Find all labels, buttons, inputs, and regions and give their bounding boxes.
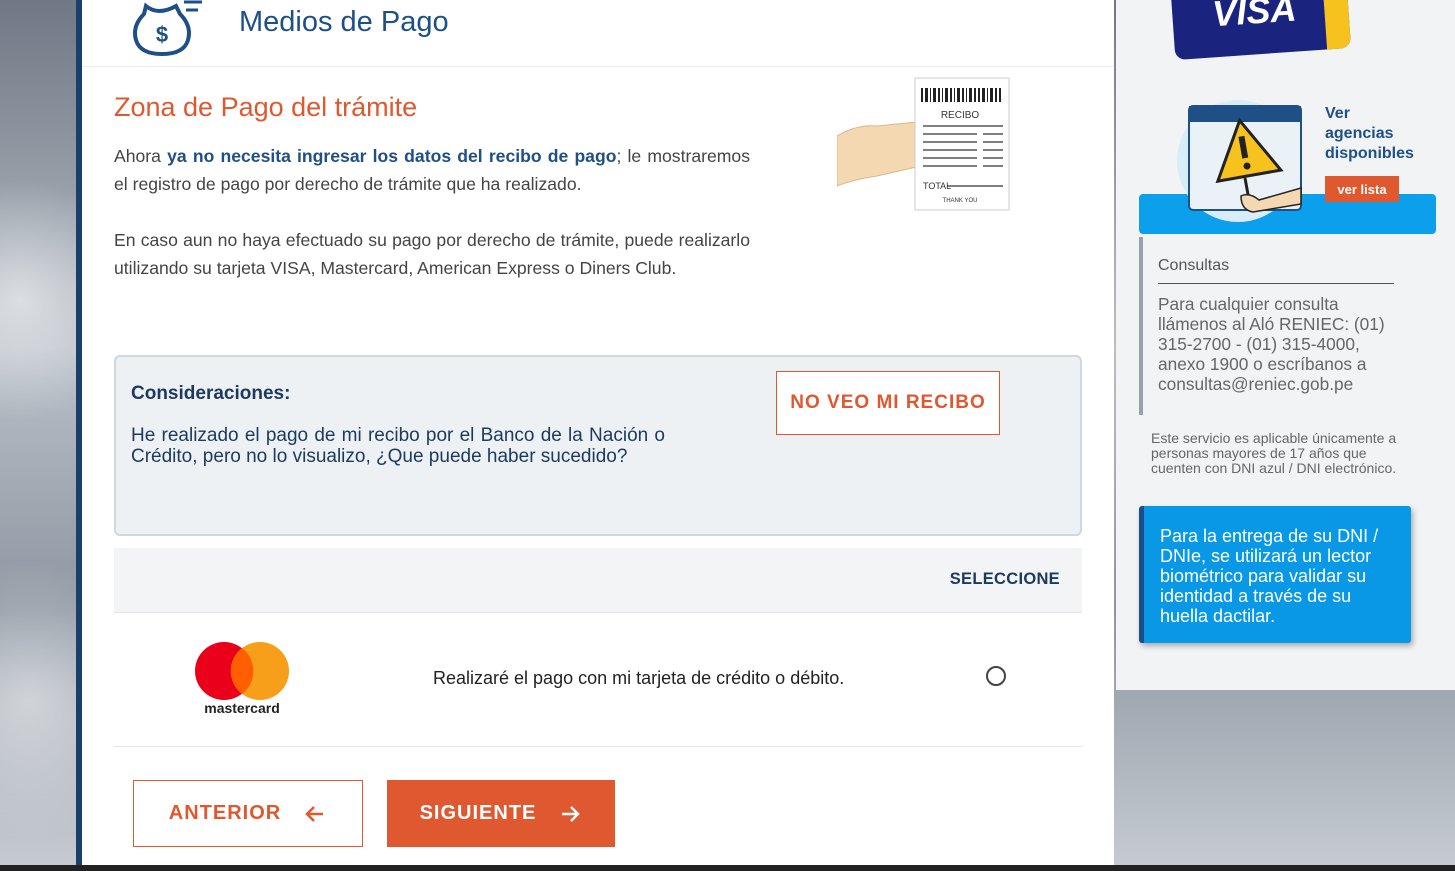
agencias-line-3: disponibles [1325, 145, 1414, 162]
mastercard-logo: mastercard [195, 642, 289, 716]
consultas-text: Para cualquier consulta llámenos al Aló … [1158, 294, 1385, 394]
agencias-line-1: Ver [1325, 105, 1350, 122]
main-panel: $ Medios de Pago Zona de Pago del trámit… [82, 0, 1114, 866]
agencias-line-2: agencias [1325, 125, 1394, 142]
consultas-divider [1158, 283, 1394, 284]
service-note: Este servicio es aplicable únicamente a … [1151, 430, 1397, 476]
siguiente-label: SIGUIENTE [419, 802, 537, 824]
considerations-text: He realizado el pago de mi recibo por el… [131, 425, 665, 467]
anterior-label: ANTERIOR [168, 802, 282, 824]
siguiente-button[interactable]: SIGUIENTE [387, 780, 615, 847]
payment-option-radio[interactable] [986, 666, 1006, 686]
warning-sign-icon [1188, 105, 1302, 213]
ver-lista-button[interactable]: ver lista [1325, 176, 1399, 202]
selection-table-header: SELECCIONE [114, 548, 1082, 613]
consultas-box: Consultas Para cualquier consulta llámen… [1139, 237, 1403, 415]
section-title: Zona de Pago del trámite [114, 92, 418, 122]
considerations-heading: Consideraciones: [131, 383, 291, 404]
dni-info-text: Para la entrega de su DNI / DNIe, se uti… [1160, 526, 1379, 626]
intro-paragraph: Ahora ya no necesita ingresar los datos … [114, 142, 750, 198]
payment-info-paragraph: En caso aun no haya efectuado su pago po… [114, 230, 750, 278]
no-veo-recibo-button[interactable]: NO VEO MI RECIBO [776, 371, 1000, 435]
money-bag-icon: $ [133, 0, 202, 56]
visa-card-text: VISA [1210, 0, 1298, 35]
mastercard-logo-text: mastercard [204, 700, 280, 716]
dni-info-box: Para la entrega de su DNI / DNIe, se uti… [1139, 506, 1411, 643]
agencias-banner[interactable]: Ver agencias disponibles ver lista [1139, 72, 1436, 234]
page-header: $ Medios de Pago [82, 0, 1114, 67]
arrow-right-icon [562, 805, 581, 822]
seleccione-label: SELECCIONE [949, 570, 1060, 588]
anterior-button[interactable]: ANTERIOR [133, 780, 363, 847]
payment-option-label: Realizaré el pago con mi tarjeta de créd… [433, 668, 845, 688]
intro-prefix: Ahora [114, 146, 168, 166]
payment-option-row[interactable]: mastercard Realizaré el pago con mi tarj… [114, 613, 1082, 747]
consultas-heading: Consultas [1158, 257, 1230, 274]
receipt-label: RECIBO [941, 110, 980, 121]
agencias-text: Ver agencias disponibles [1325, 104, 1414, 164]
page-title: Medios de Pago [239, 6, 449, 38]
considerations-box: Consideraciones: He realizado el pago de… [114, 355, 1082, 536]
bottom-bar [0, 865, 1455, 871]
receipt-total: TOTAL [923, 181, 951, 191]
svg-text:$: $ [156, 22, 168, 47]
receipt-illustration: RECIBO TOTAL THANK YOU [837, 77, 1010, 211]
receipt-thanks: THANK YOU [943, 198, 978, 204]
intro-bold: ya no necesita ingresar los datos del re… [167, 146, 617, 166]
arrow-left-icon [305, 805, 324, 822]
